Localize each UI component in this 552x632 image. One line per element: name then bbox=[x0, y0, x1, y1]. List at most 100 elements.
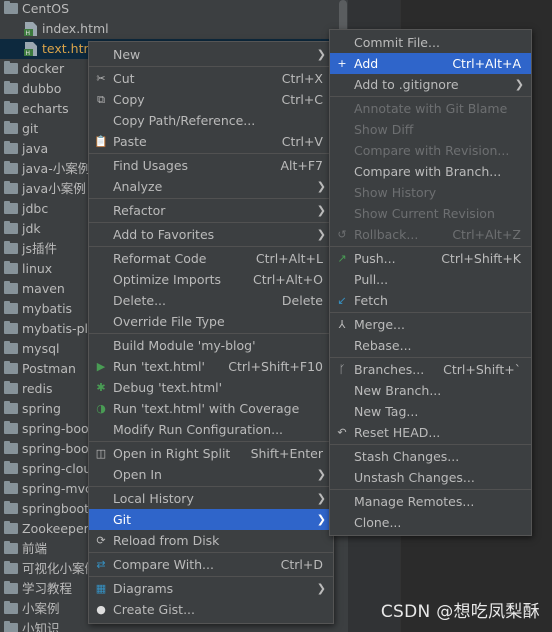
menu-item-label: Stash Changes... bbox=[354, 449, 460, 464]
menu-item-new[interactable]: New ❯ bbox=[89, 44, 333, 65]
menu-item-merge[interactable]: ⅄ Merge... bbox=[330, 314, 531, 335]
folder-icon bbox=[4, 341, 18, 354]
menu-item-rebase[interactable]: Rebase... bbox=[330, 335, 531, 356]
folder-icon bbox=[4, 321, 18, 334]
menu-item-find-usages[interactable]: Find Usages Alt+F7 bbox=[89, 155, 333, 176]
menu-item-branches[interactable]: ᚴ Branches... Ctrl+Shift+` bbox=[330, 359, 531, 380]
menu-item-clone[interactable]: Clone... bbox=[330, 512, 531, 533]
menu-separator bbox=[330, 489, 531, 490]
menu-item-label: Build Module 'my-blog' bbox=[113, 338, 256, 353]
folder-icon bbox=[4, 501, 18, 514]
submenu-arrow-icon: ❯ bbox=[316, 468, 326, 481]
menu-separator bbox=[89, 441, 333, 442]
menu-item-add-to-gitignore[interactable]: Add to .gitignore ❯ bbox=[330, 74, 531, 95]
menu-item-create-gist[interactable]: ● Create Gist... bbox=[89, 599, 333, 620]
menu-item-shortcut: Ctrl+D bbox=[280, 557, 323, 572]
tree-item-label: 小知识 bbox=[22, 621, 60, 632]
tree-item-label: springboot bbox=[22, 501, 90, 516]
menu-item-manage-remotes[interactable]: Manage Remotes... bbox=[330, 491, 531, 512]
folder-icon bbox=[4, 241, 18, 254]
menu-item-shortcut: Ctrl+Shift+` bbox=[443, 362, 521, 377]
reset-icon: ↶ bbox=[337, 426, 347, 439]
menu-item-modify-run-configuration[interactable]: Modify Run Configuration... bbox=[89, 419, 333, 440]
menu-item-run-text-html[interactable]: ▶ Run 'text.html' Ctrl+Shift+F10 bbox=[89, 356, 333, 377]
html-file-icon: H bbox=[24, 22, 37, 37]
tree-item-label: js插件 bbox=[22, 241, 57, 256]
menu-item-fetch[interactable]: ↙ Fetch bbox=[330, 290, 531, 311]
menu-item-shortcut: Ctrl+V bbox=[281, 134, 323, 149]
menu-item-local-history[interactable]: Local History ❯ bbox=[89, 488, 333, 509]
menu-item-delete[interactable]: Delete... Delete bbox=[89, 290, 333, 311]
menu-item-label: Show Current Revision bbox=[354, 206, 495, 221]
menu-item-pull[interactable]: Pull... bbox=[330, 269, 531, 290]
menu-item-reload-from-disk[interactable]: ⟳ Reload from Disk bbox=[89, 530, 333, 551]
menu-item-copy-path-reference[interactable]: Copy Path/Reference... bbox=[89, 110, 333, 131]
tree-item-label: 可视化小案例 bbox=[22, 561, 98, 576]
submenu-arrow-icon: ❯ bbox=[316, 204, 326, 217]
menu-item-label: Compare with Revision... bbox=[354, 143, 510, 158]
menu-item-label: Compare With... bbox=[113, 557, 214, 572]
menu-item-compare-with[interactable]: ⇄ Compare With... Ctrl+D bbox=[89, 554, 333, 575]
menu-item-compare-with-branch[interactable]: Compare with Branch... bbox=[330, 161, 531, 182]
menu-item-shortcut: Ctrl+Alt+Z bbox=[452, 227, 521, 242]
menu-item-label: Branches... bbox=[354, 362, 425, 377]
menu-item-label: Fetch bbox=[354, 293, 388, 308]
menu-item-label: New Branch... bbox=[354, 383, 442, 398]
menu-item-label: Compare with Branch... bbox=[354, 164, 502, 179]
folder-icon bbox=[4, 181, 18, 194]
menu-item-git[interactable]: Git ❯ bbox=[89, 509, 333, 530]
submenu-arrow-icon: ❯ bbox=[316, 582, 326, 595]
menu-item-reset-head[interactable]: ↶ Reset HEAD... bbox=[330, 422, 531, 443]
menu-item-reformat-code[interactable]: Reformat Code Ctrl+Alt+L bbox=[89, 248, 333, 269]
menu-item-label: Commit File... bbox=[354, 35, 440, 50]
copy-icon: ⧉ bbox=[97, 93, 105, 106]
menu-item-shortcut: Ctrl+C bbox=[281, 92, 323, 107]
menu-item-stash-changes[interactable]: Stash Changes... bbox=[330, 446, 531, 467]
menu-item-add[interactable]: + Add Ctrl+Alt+A bbox=[330, 53, 531, 74]
menu-item-commit-file[interactable]: Commit File... bbox=[330, 32, 531, 53]
menu-item-add-to-favorites[interactable]: Add to Favorites ❯ bbox=[89, 224, 333, 245]
menu-item-push[interactable]: ↗ Push... Ctrl+Shift+K bbox=[330, 248, 531, 269]
menu-item-unstash-changes[interactable]: Unstash Changes... bbox=[330, 467, 531, 488]
menu-item-label: Copy bbox=[113, 92, 145, 107]
menu-item-copy[interactable]: ⧉ Copy Ctrl+C bbox=[89, 89, 333, 110]
tree-row[interactable]: Hindex.html bbox=[0, 19, 348, 39]
menu-item-label: Merge... bbox=[354, 317, 405, 332]
menu-item-refactor[interactable]: Refactor ❯ bbox=[89, 200, 333, 221]
reload-icon: ⟳ bbox=[96, 534, 106, 547]
menu-item-open-in-right-split[interactable]: ◫ Open in Right Split Shift+Enter bbox=[89, 443, 333, 464]
menu-item-new-tag[interactable]: New Tag... bbox=[330, 401, 531, 422]
menu-item-paste[interactable]: 📋 Paste Ctrl+V bbox=[89, 131, 333, 152]
tree-row[interactable]: CentOS bbox=[0, 0, 348, 19]
menu-separator bbox=[89, 222, 333, 223]
menu-item-label: Paste bbox=[113, 134, 147, 149]
add-icon: + bbox=[337, 57, 347, 70]
tree-item-label: CentOS bbox=[22, 1, 70, 16]
menu-item-open-in[interactable]: Open In ❯ bbox=[89, 464, 333, 485]
menu-item-label: Create Gist... bbox=[113, 602, 196, 617]
tree-item-label: docker bbox=[22, 61, 65, 76]
tree-item-label: Postman bbox=[22, 361, 76, 376]
tree-item-label: spring-mvc bbox=[22, 481, 92, 496]
menu-item-optimize-imports[interactable]: Optimize Imports Ctrl+Alt+O bbox=[89, 269, 333, 290]
folder-icon bbox=[4, 461, 18, 474]
folder-icon bbox=[4, 1, 18, 14]
menu-item-build-module-my-blog[interactable]: Build Module 'my-blog' bbox=[89, 335, 333, 356]
menu-item-label: Analyze bbox=[113, 179, 163, 194]
menu-item-label: Reload from Disk bbox=[113, 533, 220, 548]
svg-text:H: H bbox=[26, 50, 31, 57]
merge-icon: ⅄ bbox=[338, 318, 346, 331]
menu-item-diagrams[interactable]: ▦ Diagrams ❯ bbox=[89, 578, 333, 599]
tree-item-label: spring-boot bbox=[22, 441, 94, 456]
menu-item-override-file-type[interactable]: Override File Type bbox=[89, 311, 333, 332]
menu-item-run-text-html-with-coverage[interactable]: ◑ Run 'text.html' with Coverage bbox=[89, 398, 333, 419]
debug-icon: ✱ bbox=[96, 381, 106, 394]
tree-item-label: jdbc bbox=[22, 201, 49, 216]
menu-item-new-branch[interactable]: New Branch... bbox=[330, 380, 531, 401]
menu-item-label: Pull... bbox=[354, 272, 389, 287]
menu-item-cut[interactable]: ✂ Cut Ctrl+X bbox=[89, 68, 333, 89]
menu-item-analyze[interactable]: Analyze ❯ bbox=[89, 176, 333, 197]
tree-item-label: java-小案例 bbox=[22, 161, 91, 176]
menu-item-debug-text-html[interactable]: ✱ Debug 'text.html' bbox=[89, 377, 333, 398]
paste-icon: 📋 bbox=[94, 135, 108, 148]
